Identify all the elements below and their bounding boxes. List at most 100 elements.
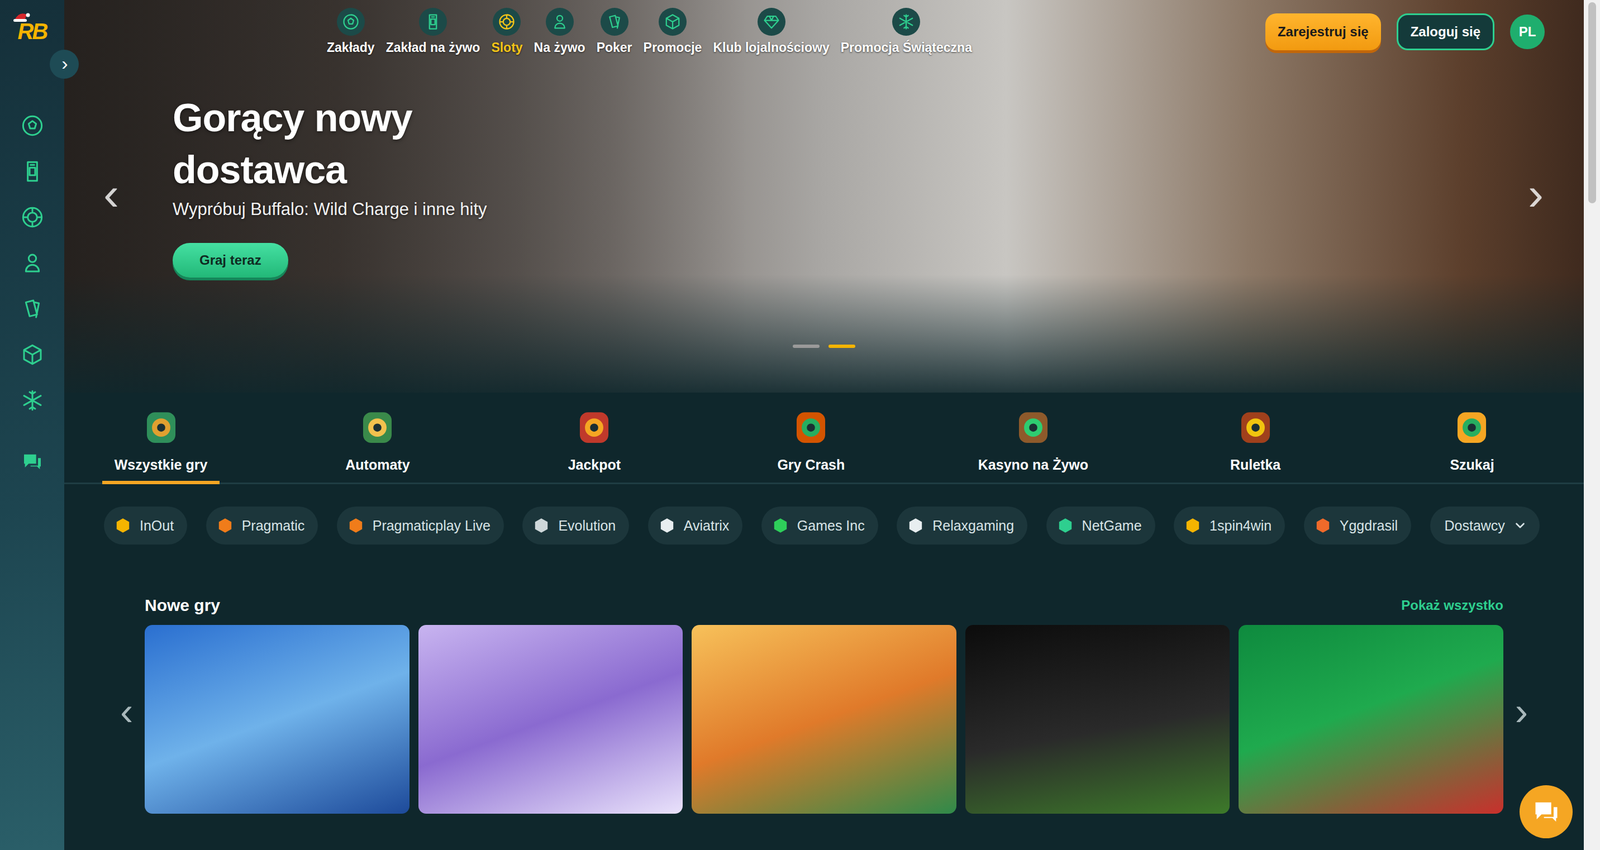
provider-chip[interactable]: Pragmatic <box>206 506 319 545</box>
sidebar: RB <box>0 0 65 850</box>
sidebar-item[interactable] <box>20 113 45 138</box>
provider-chip[interactable]: Evolution <box>522 506 630 545</box>
logo[interactable]: RB <box>17 14 47 49</box>
category-icon <box>1451 408 1493 450</box>
carousel-prev-button[interactable]: ‹ <box>116 692 137 732</box>
login-button[interactable]: Zaloguj się <box>1396 13 1495 51</box>
nav-item[interactable]: Zakład na żywo <box>386 7 481 56</box>
sidebar-icon <box>21 251 44 275</box>
scrollbar[interactable] <box>1583 0 1600 850</box>
game-card[interactable] <box>144 625 410 814</box>
provider-logo-icon <box>1313 516 1332 535</box>
chevron-down-icon <box>1512 518 1528 533</box>
provider-chip[interactable]: InOut <box>103 506 188 545</box>
nav-item[interactable]: Promocja Świąteczna <box>840 7 973 56</box>
sidebar-item[interactable] <box>20 297 45 321</box>
nav-item[interactable]: Promocje <box>643 7 703 56</box>
game-card[interactable] <box>1238 625 1504 814</box>
hero-title: Gorący nowy dostawca <box>172 92 452 197</box>
hero-next-button[interactable]: › <box>1522 170 1550 218</box>
auth-area: Zarejestruj się Zaloguj się PL <box>1265 13 1545 51</box>
hero-subtitle: Wypróbuj Buffalo: Wild Charge i inne hit… <box>172 199 1584 220</box>
nav-item[interactable]: Na żywo <box>534 7 586 56</box>
top-bar: Zakłady Zakład na żywo Sloty Na żywo Pok… <box>64 0 1584 56</box>
nav-item[interactable]: Sloty <box>491 7 523 56</box>
carousel-next-button[interactable]: › <box>1511 692 1532 732</box>
category-icon <box>1012 408 1054 450</box>
hero-prev-button[interactable]: ‹ <box>97 170 125 218</box>
slide-dot[interactable] <box>828 344 856 349</box>
providers-dropdown[interactable]: Dostawcy <box>1430 506 1540 545</box>
show-all-link[interactable]: Pokaż wszystko <box>1401 597 1504 614</box>
category-tab[interactable]: Gry Crash <box>752 392 870 485</box>
category-tab[interactable]: Kasyno na Żywo <box>969 392 1098 485</box>
sidebar-item[interactable] <box>20 388 45 413</box>
language-button[interactable]: PL <box>1510 14 1545 50</box>
sidebar-icon <box>21 206 44 229</box>
chat-button[interactable] <box>1519 785 1573 839</box>
provider-chip[interactable]: Pragmaticplay Live <box>336 506 504 545</box>
slide-dots <box>64 344 1584 349</box>
sidebar-chat[interactable] <box>20 450 45 474</box>
provider-logo-icon <box>532 516 551 535</box>
nav-icon <box>342 13 360 31</box>
nav-item[interactable]: Poker <box>596 7 633 56</box>
sidebar-toggle[interactable]: › <box>49 49 79 79</box>
provider-logo-icon <box>113 516 132 535</box>
game-card[interactable] <box>965 625 1231 814</box>
category-icon <box>573 408 615 450</box>
sidebar-icon <box>21 389 44 412</box>
provider-logo-icon <box>1183 516 1202 535</box>
provider-filter: InOut Pragmatic Pragmaticplay Live Evolu… <box>64 506 1584 545</box>
nav-icon <box>424 13 442 31</box>
register-button[interactable]: Zarejestruj się <box>1265 13 1382 51</box>
provider-chip[interactable]: Aviatrix <box>648 506 744 545</box>
games-carousel: ‹ › <box>144 625 1504 814</box>
category-icon <box>1235 408 1276 450</box>
provider-logo-icon <box>906 516 925 535</box>
category-icon <box>790 408 832 450</box>
play-button[interactable]: Graj teraz <box>172 243 289 278</box>
game-card[interactable] <box>691 625 957 814</box>
hero-banner: Zakłady Zakład na żywo Sloty Na żywo Pok… <box>64 0 1584 393</box>
sidebar-icon <box>21 297 44 321</box>
nav-item[interactable]: Klub lojalnościowy <box>712 7 830 56</box>
provider-logo-icon <box>658 516 676 535</box>
category-tabs: Wszystkie gry Automaty Jackpot Gry Crash… <box>64 392 1584 485</box>
santa-hat-icon <box>13 11 31 23</box>
provider-chip[interactable]: Relaxgaming <box>896 506 1028 545</box>
category-icon <box>140 408 182 450</box>
nav-icon <box>606 13 623 31</box>
category-tab[interactable]: Wszystkie gry <box>102 392 220 485</box>
sidebar-item[interactable] <box>20 251 45 275</box>
provider-chip[interactable]: Yggdrasil <box>1303 506 1412 545</box>
chat-icon <box>21 450 44 474</box>
sidebar-icon <box>21 343 44 366</box>
category-tab[interactable]: Ruletka <box>1196 392 1314 485</box>
new-games-section: Nowe gry Pokaż wszystko ‹ › <box>64 596 1584 814</box>
casino-page: RB › Zakłady Zakład na żywo Sloty Na żyw… <box>0 0 1600 850</box>
category-tab[interactable]: Automaty <box>318 392 437 485</box>
sidebar-item[interactable] <box>20 205 45 230</box>
provider-logo-icon <box>1056 516 1075 535</box>
sidebar-item[interactable] <box>20 159 45 184</box>
category-tab[interactable]: Szukaj <box>1413 392 1531 485</box>
nav-item[interactable]: Zakłady <box>326 7 375 56</box>
nav-icon <box>498 13 516 31</box>
category-tab[interactable]: Jackpot <box>535 392 654 485</box>
provider-chip[interactable]: NetGame <box>1046 506 1156 545</box>
slide-dot[interactable] <box>792 344 820 349</box>
nav-icon <box>763 13 780 31</box>
nav-icon <box>551 13 569 31</box>
provider-chip[interactable]: Games Inc <box>761 506 879 545</box>
sidebar-item[interactable] <box>20 343 45 367</box>
provider-logo-icon <box>216 516 235 535</box>
main-content: Zakłady Zakład na żywo Sloty Na żywo Pok… <box>64 0 1584 850</box>
provider-logo-icon <box>346 516 365 535</box>
category-icon <box>356 408 398 450</box>
sidebar-icon <box>21 160 44 183</box>
chat-icon <box>1531 797 1561 827</box>
game-card[interactable] <box>418 625 684 814</box>
nav-icon <box>897 13 915 31</box>
provider-chip[interactable]: 1spin4win <box>1173 506 1285 545</box>
